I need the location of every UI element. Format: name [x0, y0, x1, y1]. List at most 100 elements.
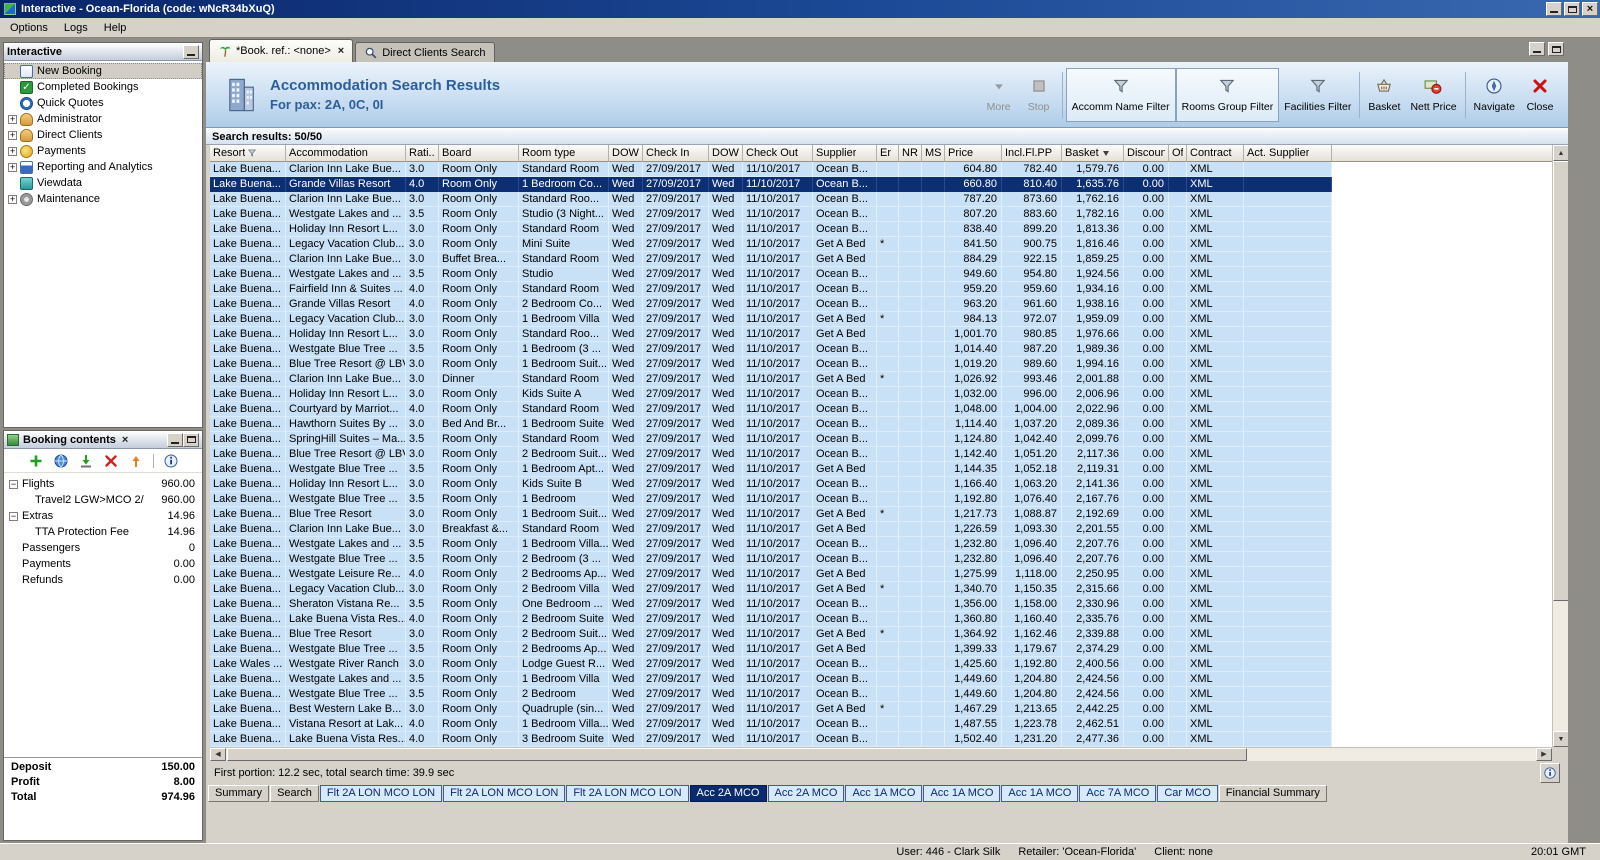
- sidebar-item-payments[interactable]: + Payments: [4, 143, 202, 159]
- table-row[interactable]: Lake Buena... Westgate Blue Tree ... 3.5 Ro…: [210, 552, 1332, 567]
- column-header-supplier[interactable]: Supplier: [813, 145, 877, 162]
- booking-tree-item-tta-protection-fee[interactable]: TTA Protection Fee 14.96: [4, 524, 202, 540]
- menu-options[interactable]: Options: [2, 20, 56, 36]
- table-row[interactable]: Lake Buena... Westgate Lakes and ... 3.5 Ro…: [210, 672, 1332, 687]
- nett-price-button[interactable]: Nett Price: [1405, 70, 1461, 120]
- table-row[interactable]: Lake Buena... Clarion Inn Lake Bue... 3.0 B…: [210, 522, 1332, 537]
- sidebar-item-new-booking[interactable]: New Booking: [4, 63, 202, 79]
- column-header-resort[interactable]: Resort: [210, 145, 286, 162]
- world-icon[interactable]: [53, 453, 69, 469]
- expand-plus-icon[interactable]: +: [8, 162, 17, 172]
- horizontal-scroll-thumb[interactable]: [227, 748, 1247, 761]
- column-header-accommodation[interactable]: Accommodation: [286, 145, 406, 162]
- column-header-nr[interactable]: NR: [899, 145, 922, 162]
- table-row[interactable]: Lake Buena... Westgate Blue Tree ... 3.5 Ro…: [210, 492, 1332, 507]
- table-row[interactable]: Lake Buena... Westgate Blue Tree ... 3.5 Ro…: [210, 462, 1332, 477]
- bottom-tab-acc-1a-mco[interactable]: Acc 1A MCO: [845, 785, 923, 802]
- bottom-tab-search[interactable]: Search: [270, 785, 319, 802]
- rooms-group-filter-button[interactable]: Rooms Group Filter: [1175, 67, 1280, 122]
- table-row[interactable]: Lake Buena... Westgate Lakes and ... 3.5 Ro…: [210, 207, 1332, 222]
- table-row[interactable]: Lake Buena... Lake Buena Vista Res... 4.0 R…: [210, 612, 1332, 627]
- expand-plus-icon[interactable]: +: [8, 194, 17, 204]
- column-header-board[interactable]: Board: [439, 145, 519, 162]
- table-row[interactable]: Lake Buena... Clarion Inn Lake Bue... 3.0 B…: [210, 252, 1332, 267]
- table-row[interactable]: Lake Buena... Westgate Blue Tree ... 3.5 Ro…: [210, 642, 1332, 657]
- bottom-tab-summary[interactable]: Summary: [208, 785, 270, 802]
- navigate-button[interactable]: Navigate: [1469, 70, 1520, 120]
- table-row[interactable]: Lake Buena... Holiday Inn Resort L... 3.0 R…: [210, 222, 1332, 237]
- table-row[interactable]: Lake Buena... Westgate Blue Tree ... 3.5 Ro…: [210, 342, 1332, 357]
- table-row[interactable]: Lake Buena... Courtyard by Marriot... 4.0 R…: [210, 402, 1332, 417]
- info-icon[interactable]: [1540, 763, 1560, 783]
- table-row[interactable]: Lake Buena... Vistana Resort at Lak... 4.0…: [210, 717, 1332, 732]
- booking-tree-item-extras[interactable]: − Extras 14.96: [4, 508, 202, 524]
- column-header-room-type[interactable]: Room type: [519, 145, 609, 162]
- sidebar-item-direct-clients[interactable]: + Direct Clients: [4, 127, 202, 143]
- column-header-dow[interactable]: DOW: [709, 145, 743, 162]
- bottom-tab-flt-2a-lon-mco-lon[interactable]: Flt 2A LON MCO LON: [566, 785, 689, 802]
- tab-booking-ref[interactable]: *Book. ref.: <none> ×: [209, 39, 354, 62]
- booking-tree-item-travel2-lgw-mco-2[interactable]: Travel2 LGW>MCO 2/960.00: [4, 492, 202, 508]
- sidebar-item-quick-quotes[interactable]: Quick Quotes: [4, 95, 202, 111]
- table-row[interactable]: Lake Buena... Blue Tree Resort @ LBV 3.0 Ro…: [210, 357, 1332, 372]
- column-header-dow[interactable]: DOW: [609, 145, 643, 162]
- table-row[interactable]: Lake Buena... Legacy Vacation Club... 3.0 R…: [210, 237, 1332, 252]
- table-row[interactable]: Lake Buena... Blue Tree Resort 3.0 Room Onl…: [210, 627, 1332, 642]
- table-row[interactable]: Lake Buena... Westgate Blue Tree ... 3.5 Ro…: [210, 687, 1332, 702]
- table-row[interactable]: Lake Buena... Clarion Inn Lake Bue... 3.0 R…: [210, 192, 1332, 207]
- bottom-tab-acc-2a-mco[interactable]: Acc 2A MCO: [689, 785, 767, 802]
- expand-plus-icon[interactable]: +: [8, 130, 17, 140]
- table-row[interactable]: Lake Buena... Westgate Lakes and ... 3.5 Ro…: [210, 537, 1332, 552]
- column-header-basket[interactable]: Basket: [1062, 145, 1124, 162]
- column-header-incl-fl-pp[interactable]: Incl.Fl.PP: [1002, 145, 1062, 162]
- collapse-minus-icon[interactable]: −: [9, 479, 18, 489]
- table-row[interactable]: Lake Buena... Grande Villas Resort 4.0 Room…: [210, 297, 1332, 312]
- menu-help[interactable]: Help: [96, 20, 135, 36]
- scroll-down-icon[interactable]: ▼: [1553, 731, 1568, 747]
- bottom-tab-car-mco[interactable]: Car MCO: [1157, 785, 1218, 802]
- column-header-check-out[interactable]: Check Out: [743, 145, 813, 162]
- vertical-scrollbar[interactable]: ▲ ▼: [1552, 145, 1568, 747]
- sidebar-item-completed-bookings[interactable]: Completed Bookings: [4, 79, 202, 95]
- column-header-ms[interactable]: MS: [922, 145, 945, 162]
- more-button[interactable]: More: [979, 70, 1019, 120]
- table-row[interactable]: Lake Buena... Legacy Vacation Club... 3.0 R…: [210, 582, 1332, 597]
- table-row[interactable]: Lake Buena... Westgate Leisure Re... 4.0 Ro…: [210, 567, 1332, 582]
- add-icon[interactable]: [28, 453, 44, 469]
- column-header-discount[interactable]: Discount: [1124, 145, 1169, 162]
- column-header-rati[interactable]: Rati...: [406, 145, 439, 162]
- tab-direct-clients-search[interactable]: Direct Clients Search: [355, 42, 495, 62]
- table-row[interactable]: Lake Buena... Clarion Inn Lake Bue... 3.0 D…: [210, 372, 1332, 387]
- mdi-minimize-icon[interactable]: [1529, 42, 1545, 56]
- booking-tree-item-payments[interactable]: Payments 0.00: [4, 556, 202, 572]
- column-header-of[interactable]: Of: [1169, 145, 1187, 162]
- window-minimize-icon[interactable]: [1546, 2, 1562, 16]
- table-row[interactable]: Lake Buena... Blue Tree Resort @ LBV 3.0 Ro…: [210, 447, 1332, 462]
- table-row[interactable]: Lake Buena... Grande Villas Resort 4.0 Room…: [210, 177, 1332, 192]
- basket-button[interactable]: Basket: [1363, 70, 1405, 120]
- mdi-restore-icon[interactable]: [1548, 42, 1564, 56]
- bottom-tab-acc-1a-mco[interactable]: Acc 1A MCO: [1001, 785, 1079, 802]
- table-row[interactable]: Lake Buena... Hawthorn Suites By ... 3.0 Be…: [210, 417, 1332, 432]
- sidebar-item-viewdata[interactable]: Viewdata: [4, 175, 202, 191]
- tab-close-icon[interactable]: ×: [338, 45, 344, 57]
- panel-collapse-icon[interactable]: [183, 44, 199, 59]
- info-icon[interactable]: [163, 453, 179, 469]
- scroll-up-icon[interactable]: ▲: [1553, 145, 1568, 161]
- scroll-left-icon[interactable]: ◀: [210, 748, 226, 761]
- table-row[interactable]: Lake Buena... Fairfield Inn & Suites ... 4…: [210, 282, 1332, 297]
- table-row[interactable]: Lake Buena... Westgate Lakes and ... 3.5 Ro…: [210, 267, 1332, 282]
- bottom-tab-acc-7a-mco[interactable]: Acc 7A MCO: [1079, 785, 1157, 802]
- facilities-filter-button[interactable]: Facilities Filter: [1279, 70, 1356, 120]
- bottom-tab-flt-2a-lon-mco-lon[interactable]: Flt 2A LON MCO LON: [319, 785, 443, 802]
- column-header-er[interactable]: Er: [877, 145, 899, 162]
- move-up-icon[interactable]: [128, 453, 144, 469]
- column-header-price[interactable]: Price: [945, 145, 1002, 162]
- close-button[interactable]: Close: [1520, 70, 1560, 120]
- expand-plus-icon[interactable]: +: [8, 114, 17, 124]
- sidebar-item-administrator[interactable]: + Administrator: [4, 111, 202, 127]
- table-row[interactable]: Lake Buena... Holiday Inn Resort L... 3.0 R…: [210, 477, 1332, 492]
- booking-tree-item-refunds[interactable]: Refunds 0.00: [4, 572, 202, 588]
- booking-tree-item-flights[interactable]: − Flights 960.00: [4, 476, 202, 492]
- sidebar-item-reporting-and-analytics[interactable]: + Reporting and Analytics: [4, 159, 202, 175]
